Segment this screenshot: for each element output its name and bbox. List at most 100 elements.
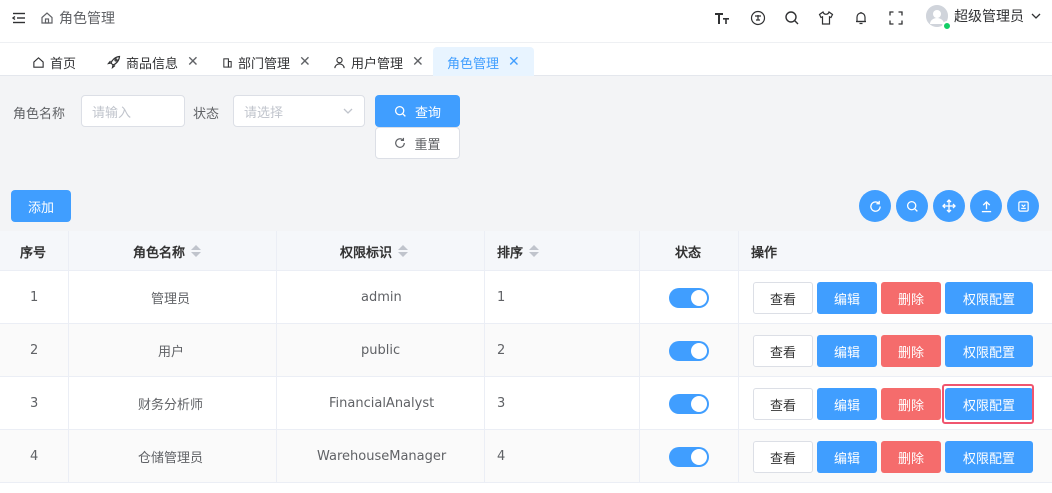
cell-permission: FinancialAnalyst bbox=[329, 396, 435, 411]
permission-config-button[interactable]: 权限配置 bbox=[945, 441, 1033, 473]
view-button[interactable]: 查看 bbox=[753, 441, 813, 473]
header-role-name[interactable]: 角色名称 bbox=[133, 231, 202, 271]
tab-user-management[interactable]: 用户管理 ✕ bbox=[333, 47, 424, 77]
cell-sort: 4 bbox=[497, 449, 506, 464]
tab-product-info[interactable]: 商品信息 ✕ bbox=[107, 47, 199, 77]
header-sort[interactable]: 排序 bbox=[497, 231, 540, 271]
tab-department[interactable]: 部门管理 ✕ bbox=[222, 47, 311, 77]
tab-label: 部门管理 bbox=[238, 56, 291, 72]
sort-icon[interactable] bbox=[398, 245, 409, 257]
permission-config-button[interactable]: 权限配置 bbox=[945, 282, 1033, 314]
close-icon[interactable]: ✕ bbox=[299, 54, 311, 70]
font-size-icon[interactable] bbox=[714, 10, 730, 26]
cell-role-name: 用户 bbox=[158, 345, 185, 360]
reset-button[interactable]: 重置 bbox=[375, 127, 460, 159]
column-divider bbox=[68, 231, 69, 483]
import-button[interactable] bbox=[970, 190, 1002, 222]
edit-button[interactable]: 编辑 bbox=[817, 441, 877, 473]
status-label: 状态 bbox=[193, 107, 220, 122]
cell-role-name: 财务分析师 bbox=[138, 398, 204, 413]
refresh-button[interactable] bbox=[859, 190, 891, 222]
edit-button[interactable]: 编辑 bbox=[817, 388, 877, 420]
home-icon bbox=[32, 56, 45, 69]
online-status-dot bbox=[942, 21, 952, 31]
edit-button[interactable]: 编辑 bbox=[817, 282, 877, 314]
breadcrumb-current[interactable]: 角色管理 bbox=[59, 8, 115, 28]
cell-sort: 1 bbox=[497, 290, 506, 305]
user-menu[interactable]: 超级管理员 bbox=[926, 5, 1042, 31]
status-switch[interactable] bbox=[669, 393, 709, 414]
sort-icon[interactable] bbox=[529, 245, 540, 257]
user-icon bbox=[333, 56, 346, 69]
role-name-label: 角色名称 bbox=[13, 107, 66, 122]
header-permission[interactable]: 权限标识 bbox=[340, 231, 409, 271]
status-switch[interactable] bbox=[669, 340, 709, 361]
close-icon[interactable]: ✕ bbox=[508, 54, 520, 70]
header-actions: 操作 bbox=[751, 245, 778, 261]
cell-index: 4 bbox=[30, 449, 39, 464]
query-label: 查询 bbox=[414, 105, 441, 121]
cell-role-name: 仓储管理员 bbox=[138, 451, 204, 466]
delete-button[interactable]: 删除 bbox=[881, 335, 941, 367]
status-switch[interactable] bbox=[669, 287, 709, 308]
table-row: 3 财务分析师 FinancialAnalyst 3 查看 编辑 删除 权限配置 bbox=[0, 377, 1052, 430]
avatar[interactable] bbox=[926, 5, 952, 31]
permission-config-button[interactable]: 权限配置 bbox=[945, 388, 1033, 420]
column-divider bbox=[639, 231, 640, 483]
search-icon bbox=[906, 200, 919, 213]
column-divider bbox=[484, 231, 485, 483]
cell-index: 2 bbox=[30, 343, 39, 358]
cell-permission: public bbox=[361, 343, 401, 358]
tab-label: 首页 bbox=[50, 56, 77, 72]
tab-label: 商品信息 bbox=[126, 56, 179, 72]
view-button[interactable]: 查看 bbox=[753, 388, 813, 420]
breadcrumb: 角色管理 bbox=[40, 8, 115, 28]
tab-role-management[interactable]: 角色管理 ✕ bbox=[433, 47, 534, 77]
edit-button[interactable]: 编辑 bbox=[817, 335, 877, 367]
permission-config-button[interactable]: 权限配置 bbox=[945, 335, 1033, 367]
close-icon[interactable]: ✕ bbox=[187, 54, 199, 70]
building-icon bbox=[222, 57, 233, 68]
column-divider bbox=[738, 231, 739, 483]
table-header: 序号 角色名称 权限标识 排序 状态 操作 bbox=[0, 231, 1052, 271]
cell-permission: WarehouseManager bbox=[317, 449, 447, 464]
chevron-down-icon bbox=[342, 105, 354, 117]
cell-permission: admin bbox=[361, 290, 402, 305]
role-name-placeholder: 请输入 bbox=[92, 105, 132, 121]
chevron-down-icon[interactable] bbox=[1030, 10, 1042, 22]
delete-button[interactable]: 删除 bbox=[881, 282, 941, 314]
column-settings-button[interactable] bbox=[933, 190, 965, 222]
sort-icon[interactable] bbox=[191, 245, 202, 257]
role-name-input[interactable]: 请输入 bbox=[81, 95, 185, 127]
toggle-search-button[interactable] bbox=[896, 190, 928, 222]
menu-fold-icon[interactable] bbox=[12, 11, 26, 25]
view-button[interactable]: 查看 bbox=[753, 335, 813, 367]
search-icon[interactable] bbox=[784, 10, 800, 26]
add-button[interactable]: 添加 bbox=[11, 190, 71, 222]
fullscreen-icon[interactable] bbox=[888, 10, 904, 26]
translate-icon[interactable] bbox=[750, 10, 766, 26]
status-switch[interactable] bbox=[669, 446, 709, 467]
username[interactable]: 超级管理员 bbox=[954, 6, 1024, 26]
column-divider bbox=[276, 231, 277, 483]
search-icon bbox=[394, 105, 407, 118]
add-label: 添加 bbox=[27, 200, 54, 216]
table-row: 1 管理员 admin 1 查看 编辑 删除 权限配置 bbox=[0, 271, 1052, 324]
upload-icon bbox=[980, 200, 993, 213]
table-row: 4 仓储管理员 WarehouseManager 4 查看 编辑 删除 权限配置 bbox=[0, 430, 1052, 483]
status-select[interactable]: 请选择 bbox=[233, 95, 365, 127]
close-icon[interactable]: ✕ bbox=[412, 54, 424, 70]
tags-view-bar: 首页 商品信息 ✕ 部门管理 ✕ 用户管理 ✕ 角色管理 ✕ bbox=[0, 42, 1052, 77]
theme-shirt-icon[interactable] bbox=[818, 10, 834, 26]
export-icon bbox=[1017, 200, 1030, 213]
view-button[interactable]: 查看 bbox=[753, 282, 813, 314]
delete-button[interactable]: 删除 bbox=[881, 441, 941, 473]
tab-home[interactable]: 首页 bbox=[32, 47, 76, 77]
cell-sort: 2 bbox=[497, 343, 506, 358]
query-button[interactable]: 查询 bbox=[375, 95, 460, 127]
export-button[interactable] bbox=[1007, 190, 1039, 222]
status-placeholder: 请选择 bbox=[244, 105, 284, 121]
delete-button[interactable]: 删除 bbox=[881, 388, 941, 420]
bell-icon[interactable] bbox=[853, 10, 869, 26]
top-header: 角色管理 超级管理员 bbox=[0, 0, 1052, 36]
